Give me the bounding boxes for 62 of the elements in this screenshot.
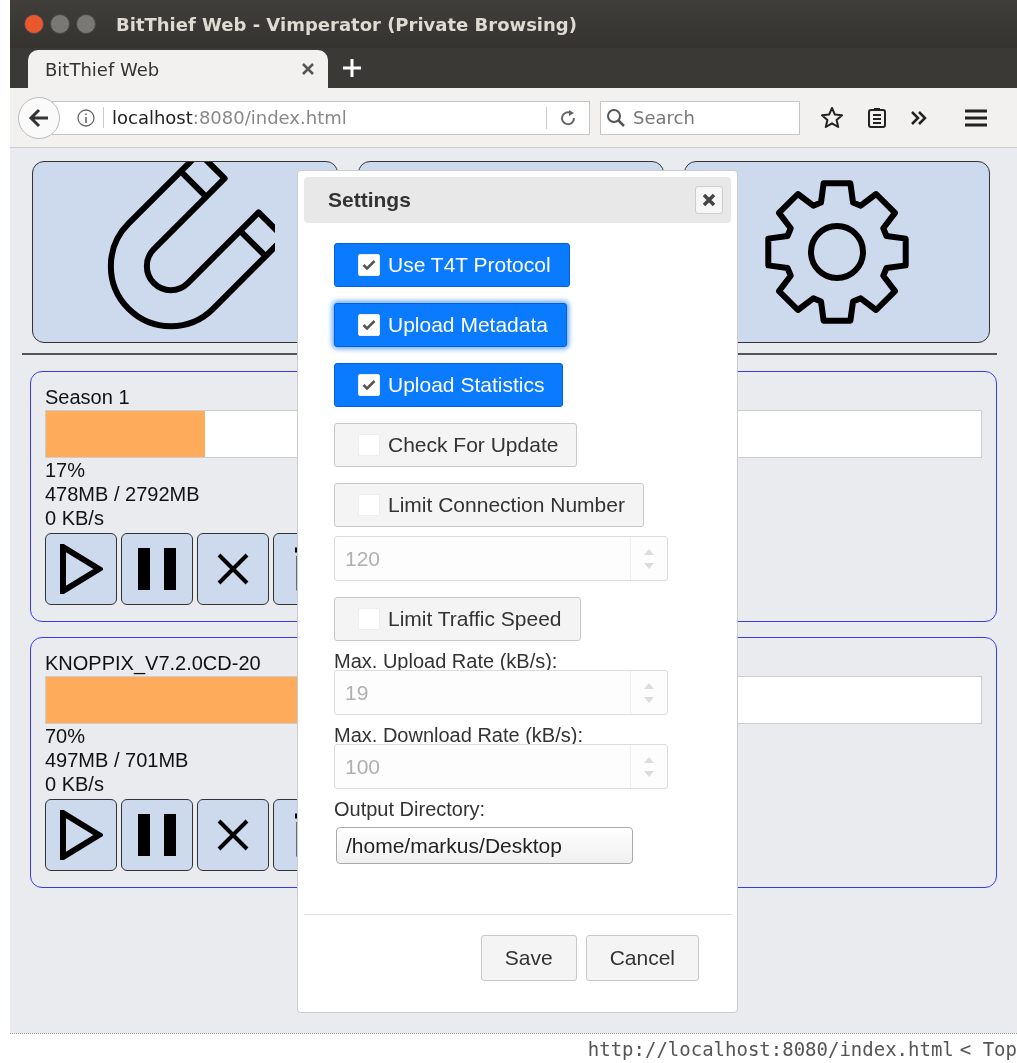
info-icon[interactable] <box>77 108 95 127</box>
checkbox[interactable] <box>358 374 380 396</box>
size-text: 497MB / 701MB <box>45 748 189 772</box>
settings-icon <box>762 177 912 327</box>
toggle-button[interactable]: Upload Metadata <box>334 303 567 347</box>
toggle-button[interactable]: Limit Traffic Speed <box>334 597 581 641</box>
size-text: 478MB / 2792MB <box>45 482 200 506</box>
checkbox[interactable] <box>358 254 380 276</box>
back-button[interactable] <box>18 96 60 139</box>
toggle-button[interactable]: Use T4T Protocol <box>334 243 570 287</box>
close-icon <box>216 818 250 852</box>
percent-text: 17% <box>45 458 86 482</box>
dialog-button[interactable]: Cancel <box>585 935 699 981</box>
close-icon <box>216 552 250 586</box>
checkbox[interactable] <box>358 314 380 336</box>
url-text: localhost:8080/index.html <box>103 107 538 128</box>
pause-icon <box>138 548 176 590</box>
pause-button[interactable] <box>121 533 193 605</box>
play-icon <box>59 544 103 594</box>
minimize-window-icon[interactable] <box>50 14 70 34</box>
toggle-button[interactable]: Limit Connection Number <box>334 483 644 527</box>
address-bar[interactable]: localhost:8080/index.html <box>52 100 590 135</box>
field-label: Max. Upload Rate (kB/s): <box>334 649 558 673</box>
torrent-name: Season 1 <box>45 385 130 410</box>
pause-button[interactable] <box>121 799 193 871</box>
speed-text: 0 KB/s <box>45 772 104 796</box>
field-label: Output Directory: <box>334 797 486 821</box>
clipboard-icon[interactable] <box>866 106 888 129</box>
directory-field[interactable]: /home/markus/Desktop <box>336 827 633 864</box>
search-field[interactable]: Search <box>600 100 800 135</box>
reload-icon[interactable] <box>559 108 577 127</box>
close-button[interactable] <box>695 186 723 214</box>
checkmark-icon <box>362 259 376 271</box>
back-arrow-icon <box>28 107 50 128</box>
play-button[interactable] <box>45 799 117 871</box>
close-icon <box>702 193 716 207</box>
torrent-name: KNOPPIX_V7.2.0CD-20 <box>45 651 261 676</box>
toggle-button[interactable]: Check For Update <box>334 423 578 467</box>
new-tab-icon[interactable] <box>342 58 362 78</box>
window-title: BitThief Web - Vimperator (Private Browsing) <box>116 13 577 35</box>
speed-text: 0 KB/s <box>45 506 104 530</box>
play-button[interactable] <box>45 533 117 605</box>
toggle-button[interactable]: Upload Statistics <box>334 363 564 407</box>
maximize-window-icon[interactable] <box>76 14 96 34</box>
stop-button[interactable] <box>197 533 269 605</box>
scroll-position: < Top <box>959 1037 1017 1060</box>
stop-button[interactable] <box>197 799 269 871</box>
status-url: http://localhost:8080/index.html <box>587 1037 954 1060</box>
overflow-chevron-icon[interactable] <box>910 109 928 126</box>
percent-text: 70% <box>45 724 86 748</box>
field-label: Max. Download Rate (kB/s): <box>334 723 583 747</box>
checkmark-icon <box>362 319 376 331</box>
dialog-title: Settings <box>328 188 411 212</box>
close-tab-icon[interactable] <box>302 63 314 75</box>
browser-tab[interactable]: BitThief Web <box>28 50 328 88</box>
play-icon <box>59 810 103 860</box>
menu-icon[interactable] <box>964 107 988 128</box>
checkmark-icon <box>362 379 376 391</box>
dialog-button[interactable]: Save <box>480 935 577 981</box>
close-window-icon[interactable] <box>24 14 44 34</box>
star-icon[interactable] <box>820 105 844 130</box>
pause-icon <box>138 814 176 856</box>
